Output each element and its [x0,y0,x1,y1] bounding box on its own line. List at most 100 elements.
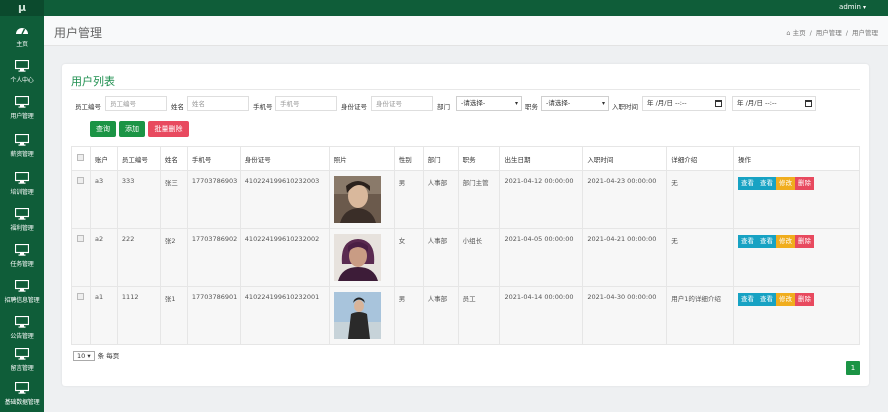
row-select-cell [71,286,91,345]
table-row: a3 333 张三 17703786903 410224199610232003… [71,170,860,229]
search-button[interactable]: 查询 [90,121,116,137]
cell-detail: 无 [666,228,735,287]
page-size-suffix: 条 每页 [97,352,120,360]
breadcrumb: ⌂ 主页 / 用户管理 / 用户管理 [786,29,878,37]
app-logo: μ [0,0,44,16]
name-input[interactable] [187,96,249,111]
sidebar-item-profile[interactable]: 个人中心 [0,56,44,90]
dashboard-icon [16,28,28,35]
table-row: a1 1112 张1 17703786901 41022419961023200… [71,286,860,345]
user-menu[interactable]: admin ▾ [839,3,866,11]
cell-dept: 人事部 [422,286,459,345]
edit-button[interactable]: 修改 [776,293,796,306]
sidebar-item-base-data[interactable]: 基础数据管理 [0,378,44,412]
view-button[interactable]: 查看 [738,235,758,248]
cell-account: a2 [89,228,118,287]
cell-name: 张2 [159,228,188,287]
sidebar: 主页 个人中心 用户管理 薪资管理 培训管理 福利管理 任务管理 招聘信息管理 … [0,16,44,412]
view-detail-button[interactable]: 查看 [757,177,777,190]
view-detail-button[interactable]: 查看 [757,293,777,306]
breadcrumb-section[interactable]: 用户管理 [816,29,842,37]
cell-emp-no: 333 [116,170,161,229]
user-list-card: 用户列表 员工编号 姓名 手机号 身份证号 部门 -请选择- ▾ 职务 -请选择… [62,64,869,386]
col-birth: 出生日期 [499,146,584,171]
add-button[interactable]: 添加 [119,121,145,137]
cell-photo [328,170,395,229]
edit-button[interactable]: 修改 [776,177,796,190]
monitor-icon [15,60,29,72]
hire-date-to-input[interactable]: 年 /月/日 --:-- [732,96,816,111]
sidebar-item-messages[interactable]: 留言管理 [0,344,44,378]
select-all-cell [71,146,91,171]
emp-no-input[interactable] [105,96,167,111]
user-photo[interactable] [333,234,381,281]
cell-position: 员工 [457,286,501,345]
sidebar-item-label: 公告管理 [10,333,34,340]
cell-gender: 男 [393,170,424,229]
breadcrumb-current: 用户管理 [852,29,878,37]
edit-button[interactable]: 修改 [776,235,796,248]
delete-button[interactable]: 删除 [795,293,815,306]
dept-select[interactable]: -请选择- ▾ [456,96,522,111]
sidebar-item-training[interactable]: 培训管理 [0,168,44,202]
sidebar-item-tasks[interactable]: 任务管理 [0,240,44,274]
col-hire: 入职时间 [582,146,668,171]
cell-account: a3 [89,170,118,229]
card-title: 用户列表 [71,75,115,88]
view-button[interactable]: 查看 [738,177,758,190]
monitor-icon [15,134,29,146]
sidebar-item-welfare[interactable]: 福利管理 [0,204,44,238]
user-photo[interactable] [333,292,381,339]
row-select-cell [71,170,91,229]
monitor-icon [15,316,29,328]
cell-phone: 17703786903 [186,170,241,229]
page-size-select[interactable]: 10 ▾ [73,351,95,361]
cell-photo [328,286,395,345]
sidebar-item-label: 薪资管理 [10,151,34,158]
sidebar-item-label: 培训管理 [10,189,34,196]
sidebar-item-announcements[interactable]: 公告管理 [0,312,44,346]
chevron-down-icon: ▾ [514,100,518,107]
monitor-icon [15,172,29,184]
cell-actions: 查看 查看 修改 删除 [733,170,860,229]
page-size-control: 10 ▾ 条 每页 [73,350,119,361]
id-no-input[interactable] [371,96,433,111]
row-checkbox[interactable] [77,293,85,300]
delete-button[interactable]: 删除 [795,177,815,190]
sidebar-item-recruitment[interactable]: 招聘信息管理 [0,276,44,310]
sidebar-item-label: 任务管理 [10,261,34,268]
cell-phone: 17703786902 [186,228,241,287]
position-select[interactable]: -请选择- ▾ [541,96,609,111]
view-button[interactable]: 查看 [738,293,758,306]
row-checkbox[interactable] [77,177,85,184]
position-label: 职务 [525,103,538,111]
cell-detail: 用户1的详细介绍 [666,286,735,345]
caret-down-icon: ▾ [862,4,866,11]
cell-emp-no: 1112 [116,286,161,345]
divider [71,89,860,90]
date-from-value: 年 /月/日 --:-- [647,99,687,107]
sidebar-item-users[interactable]: 用户管理 [0,92,44,126]
sidebar-item-label: 留言管理 [10,365,34,372]
sidebar-item-home[interactable]: 主页 [0,20,44,54]
breadcrumb-home[interactable]: 主页 [793,29,806,37]
view-detail-button[interactable]: 查看 [757,235,777,248]
delete-button[interactable]: 删除 [795,235,815,248]
sidebar-item-salary[interactable]: 薪资管理 [0,130,44,164]
cell-hire: 2021-04-21 00:00:00 [582,228,668,287]
batch-delete-button[interactable]: 批量删除 [148,121,189,137]
col-photo: 照片 [328,146,395,171]
name-label: 姓名 [171,103,184,111]
user-photo[interactable] [333,176,381,223]
hire-date-from-input[interactable]: 年 /月/日 --:-- [642,96,726,111]
select-all-checkbox[interactable] [77,154,85,161]
sidebar-item-label: 主页 [16,41,28,48]
cell-name: 张1 [159,286,188,345]
calendar-icon [715,100,722,107]
phone-input[interactable] [275,96,337,111]
page-1-button[interactable]: 1 [846,361,860,375]
table-row: a2 222 张2 17703786902 410224199610232002… [71,228,860,287]
sidebar-item-label: 招聘信息管理 [4,297,40,304]
home-icon: ⌂ [786,29,791,37]
row-checkbox[interactable] [77,235,85,242]
